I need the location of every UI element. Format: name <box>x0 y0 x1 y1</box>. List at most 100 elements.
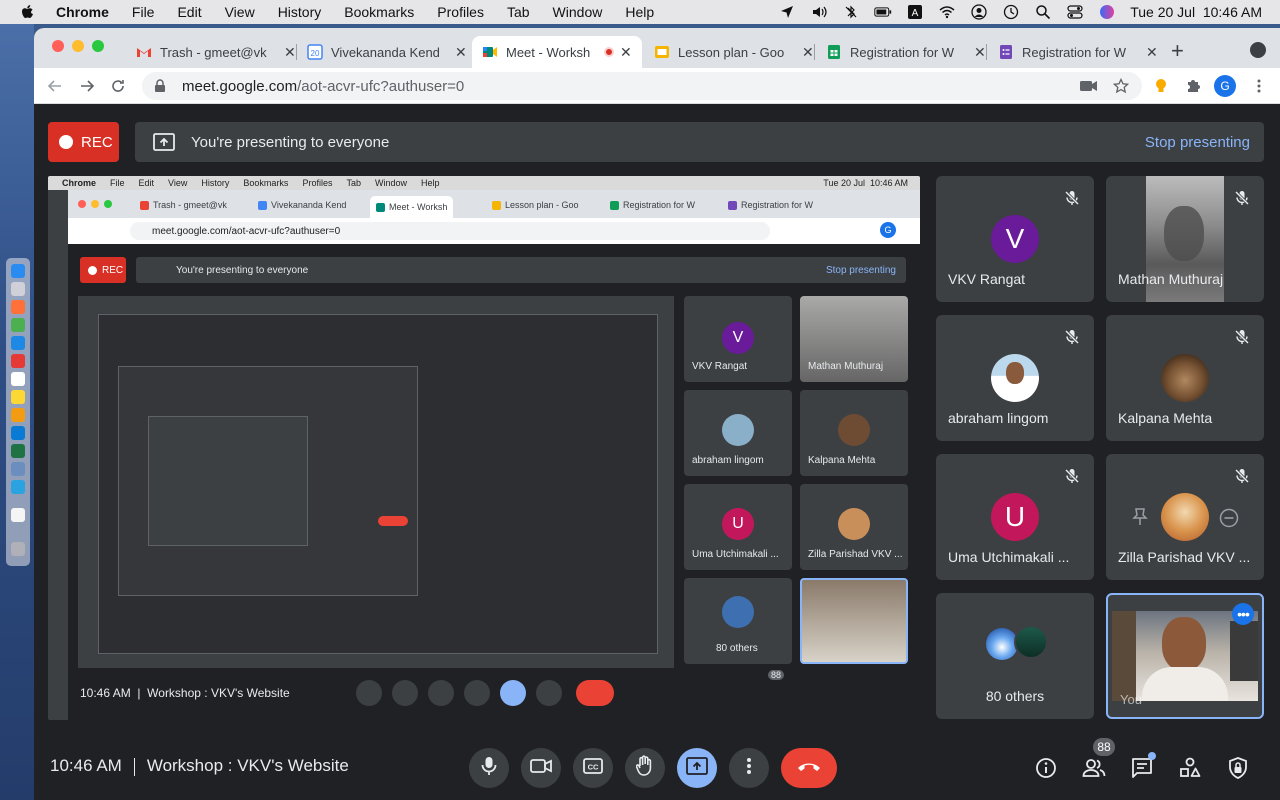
close-tab-icon[interactable]: ✕ <box>1146 44 1158 61</box>
finder-icon[interactable] <box>11 264 25 278</box>
extensions-puzzle-icon[interactable] <box>1184 77 1202 95</box>
close-tab-icon[interactable]: ✕ <box>802 44 814 61</box>
people-icon[interactable] <box>1082 756 1106 780</box>
tab-lesson-plan[interactable]: Lesson plan - Goo ✕ <box>644 36 815 68</box>
minimize-window-button[interactable] <box>72 40 84 52</box>
menu-help[interactable]: Help <box>625 4 654 20</box>
volume-icon[interactable] <box>810 4 828 20</box>
participant-name: Kalpana Mehta <box>1118 410 1213 426</box>
participant-tile-uma-utchimakali[interactable]: U Uma Utchimakali ... <box>936 454 1094 580</box>
menu-profiles[interactable]: Profiles <box>437 4 484 20</box>
close-tab-icon[interactable]: ✕ <box>974 44 986 61</box>
present-now-button[interactable] <box>677 748 717 788</box>
kebab-menu-icon[interactable] <box>1250 77 1268 95</box>
mic-off-icon <box>1062 188 1082 208</box>
camera-in-use-icon[interactable] <box>1080 77 1098 95</box>
captions-button[interactable]: CC <box>573 748 613 788</box>
participant-tile-zilla-parishad[interactable]: Zilla Parishad VKV ... <box>1106 454 1264 580</box>
more-options-button[interactable] <box>729 748 769 788</box>
participant-tile-kalpana-mehta[interactable]: Kalpana Mehta <box>1106 315 1264 441</box>
profile-avatar[interactable]: G <box>1214 75 1236 97</box>
tab-trash-gmail[interactable]: Trash - gmeet@vk ✕ <box>126 36 297 68</box>
close-window-button[interactable] <box>52 40 64 52</box>
camera-button[interactable] <box>521 748 561 788</box>
edge-icon[interactable] <box>11 426 25 440</box>
lock-icon[interactable] <box>154 79 166 93</box>
bluetooth-off-icon[interactable] <box>842 4 860 20</box>
extension-lightbulb-icon[interactable] <box>1152 77 1170 95</box>
close-tab-icon[interactable]: ✕ <box>620 44 632 61</box>
participant-tile-abraham-lingom[interactable]: abraham lingom <box>936 315 1094 441</box>
address-bar[interactable]: meet.google.com/aot-acvr-ufc?authuser=0 <box>142 72 1142 100</box>
launchpad-icon[interactable] <box>11 282 25 296</box>
activities-icon[interactable] <box>1178 756 1202 780</box>
siri-icon[interactable] <box>1098 4 1116 20</box>
close-tab-icon[interactable]: ✕ <box>455 44 467 61</box>
telegram-icon[interactable] <box>11 480 25 494</box>
menu-window[interactable]: Window <box>553 4 603 20</box>
document-icon[interactable] <box>11 508 25 522</box>
apple-icon[interactable] <box>20 4 38 20</box>
tab-meet-workshop[interactable]: Meet - Worksh ✕ <box>472 36 642 68</box>
time-machine-icon[interactable] <box>1002 4 1020 20</box>
menu-app-name[interactable]: Chrome <box>56 4 109 20</box>
mic-off-icon <box>1232 327 1252 347</box>
forward-icon[interactable] <box>78 77 96 95</box>
wifi-icon[interactable] <box>938 4 956 20</box>
reload-icon[interactable] <box>109 77 127 95</box>
tab-search-icon[interactable] <box>1250 42 1266 58</box>
mic-off-icon <box>1232 188 1252 208</box>
recording-indicator[interactable]: REC <box>48 122 119 162</box>
close-tab-icon[interactable]: ✕ <box>284 44 296 61</box>
calendar-dock-icon[interactable] <box>11 372 25 386</box>
safari-icon[interactable] <box>11 336 25 350</box>
raise-hand-button[interactable] <box>625 748 665 788</box>
meeting-info-icon[interactable] <box>1034 756 1058 780</box>
participant-name: You <box>1120 692 1142 707</box>
microphone-button[interactable] <box>469 748 509 788</box>
pin-icon[interactable] <box>1132 508 1148 531</box>
input-source-icon[interactable]: A <box>906 4 924 20</box>
remove-icon[interactable] <box>1219 508 1239 533</box>
control-center-icon[interactable] <box>1066 4 1084 20</box>
opera-icon[interactable] <box>11 354 25 368</box>
pages-icon[interactable] <box>11 408 25 422</box>
menu-history[interactable]: History <box>278 4 322 20</box>
leave-call-button[interactable] <box>781 748 837 788</box>
participant-tile-others[interactable]: 80 others <box>936 593 1094 719</box>
firefox-icon[interactable] <box>11 300 25 314</box>
shared-tab: Registration for W <box>728 200 813 210</box>
tab-registration-forms[interactable]: Registration for W ✕ <box>988 36 1158 68</box>
new-tab-button[interactable]: + <box>1171 38 1184 64</box>
menu-edit[interactable]: Edit <box>177 4 201 20</box>
notes-icon[interactable] <box>11 390 25 404</box>
spotlight-search-icon[interactable] <box>1034 4 1052 20</box>
participant-tile-self[interactable]: ••• You <box>1106 593 1264 719</box>
back-icon[interactable] <box>46 77 64 95</box>
menu-view[interactable]: View <box>225 4 255 20</box>
menu-bookmarks[interactable]: Bookmarks <box>344 4 414 20</box>
user-account-icon[interactable] <box>970 4 988 20</box>
host-controls-icon[interactable] <box>1226 756 1250 780</box>
participant-tile-vkv-rangat[interactable]: V VKV Rangat <box>936 176 1094 302</box>
excel-icon[interactable] <box>11 444 25 458</box>
menu-bar-clock[interactable]: Tue 20 Jul 10:46 AM <box>1130 4 1262 20</box>
stop-presenting-button[interactable]: Stop presenting <box>1145 134 1250 151</box>
trash-icon[interactable] <box>11 542 25 556</box>
zoom-window-button[interactable] <box>92 40 104 52</box>
menu-tab[interactable]: Tab <box>507 4 530 20</box>
chrome-dock-icon[interactable] <box>11 318 25 332</box>
participant-tile-mathan-muthuraj[interactable]: Mathan Muthuraj <box>1106 176 1264 302</box>
location-arrow-icon[interactable] <box>778 4 796 20</box>
bookmark-star-icon[interactable] <box>1112 77 1130 95</box>
preview-icon[interactable] <box>11 462 25 476</box>
tab-registration-sheets[interactable]: Registration for W ✕ <box>816 36 987 68</box>
avatar <box>991 354 1039 402</box>
battery-icon[interactable] <box>874 4 892 20</box>
participant-name: 80 others <box>985 688 1045 704</box>
shared-mac-menu-bar: Chrome File Edit View History Bookmarks … <box>48 176 920 190</box>
tab-vivekananda-calendar[interactable]: 20 Vivekananda Kend ✕ <box>297 36 469 68</box>
shared-tab: Lesson plan - Goo <box>492 200 579 210</box>
more-options-icon[interactable]: ••• <box>1232 603 1254 625</box>
menu-file[interactable]: File <box>132 4 155 20</box>
